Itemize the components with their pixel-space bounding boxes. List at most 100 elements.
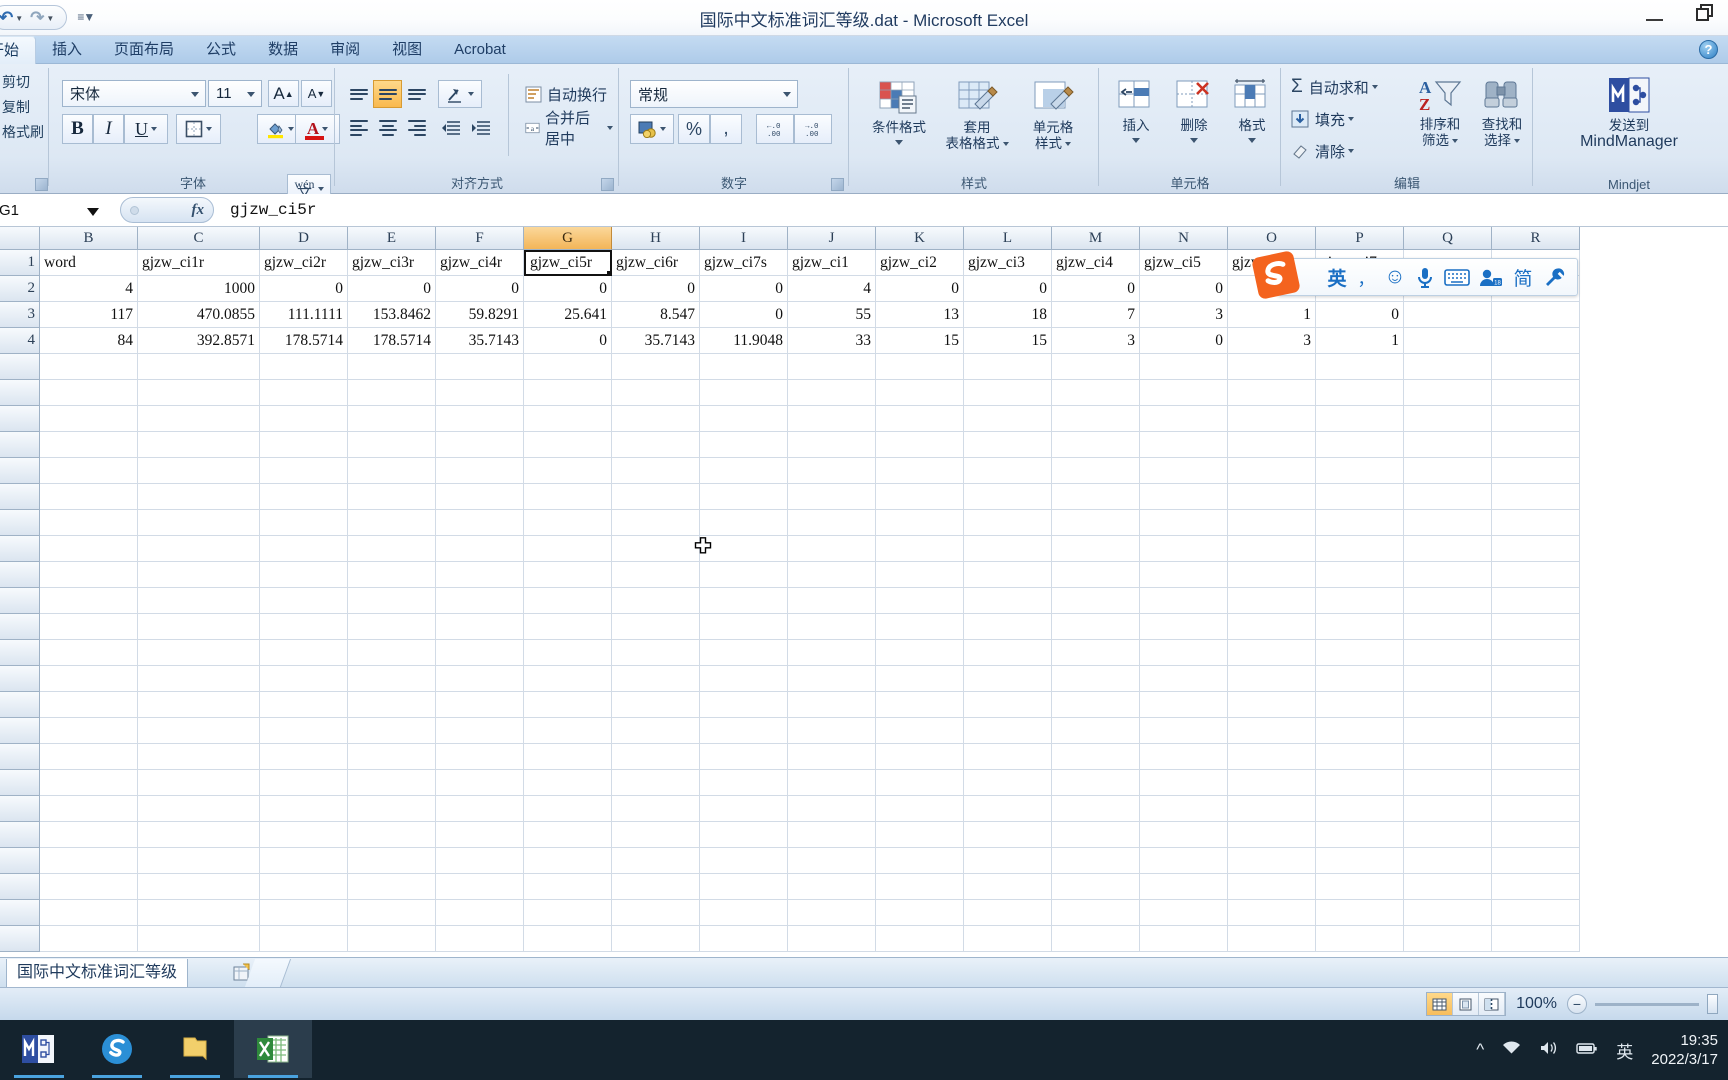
cell-empty[interactable] <box>788 484 876 510</box>
cell-empty[interactable] <box>260 848 348 874</box>
increase-font-size-button[interactable]: A ▲ <box>268 80 299 107</box>
cell-empty[interactable] <box>260 562 348 588</box>
cell-empty[interactable] <box>964 874 1052 900</box>
cell-empty[interactable] <box>700 588 788 614</box>
cell-empty[interactable] <box>260 874 348 900</box>
chevron-down-icon[interactable] <box>1065 142 1071 146</box>
cell-empty[interactable] <box>524 796 612 822</box>
cell-empty[interactable] <box>138 874 260 900</box>
cell-empty[interactable] <box>788 692 876 718</box>
cell-empty[interactable] <box>348 770 436 796</box>
cell-empty[interactable] <box>1316 562 1404 588</box>
cell-empty[interactable] <box>612 458 700 484</box>
ribbon-tab-0[interactable]: 开始 <box>0 36 37 64</box>
row-header[interactable] <box>0 614 40 640</box>
cell-empty[interactable] <box>612 926 700 952</box>
cell-empty[interactable] <box>1404 484 1492 510</box>
cell-empty[interactable] <box>1052 614 1140 640</box>
cell-empty[interactable] <box>348 848 436 874</box>
row-header[interactable] <box>0 718 40 744</box>
cell-empty[interactable] <box>612 562 700 588</box>
cell-empty[interactable] <box>612 406 700 432</box>
cell-R4[interactable] <box>1492 328 1580 354</box>
cell-G2[interactable]: 0 <box>524 276 612 302</box>
zoom-level[interactable]: 100% <box>1516 995 1557 1013</box>
cell-empty[interactable] <box>348 536 436 562</box>
cell-E1[interactable]: gjzw_ci3r <box>348 250 436 276</box>
cell-empty[interactable] <box>612 614 700 640</box>
cell-G4[interactable]: 0 <box>524 328 612 354</box>
cell-empty[interactable] <box>1140 900 1228 926</box>
ime-toolbar[interactable]: 英 ， ☺ 18 简 <box>1277 258 1578 296</box>
ime-indicator[interactable]: 英 <box>1616 1038 1633 1063</box>
cell-empty[interactable] <box>138 432 260 458</box>
cell-empty[interactable] <box>876 874 964 900</box>
underline-button[interactable]: U <box>124 114 168 144</box>
cell-empty[interactable] <box>524 926 612 952</box>
cell-empty[interactable] <box>260 432 348 458</box>
chevron-down-icon[interactable] <box>87 208 99 216</box>
cell-styles-button[interactable]: 单元格 样式 <box>1016 78 1090 152</box>
cell-empty[interactable] <box>1316 432 1404 458</box>
cell-B3[interactable]: 117 <box>40 302 138 328</box>
cell-empty[interactable] <box>40 562 138 588</box>
cell-empty[interactable] <box>1052 822 1140 848</box>
cell-empty[interactable] <box>1140 692 1228 718</box>
fill-button[interactable]: 填充 <box>1290 106 1355 132</box>
cell-empty[interactable] <box>1052 848 1140 874</box>
ribbon-tab-1[interactable]: 插入 <box>36 36 98 64</box>
delete-cells-button[interactable]: 删除 <box>1166 78 1222 143</box>
cell-empty[interactable] <box>1316 406 1404 432</box>
cell-empty[interactable] <box>1228 848 1316 874</box>
cell-empty[interactable] <box>1228 926 1316 952</box>
cell-empty[interactable] <box>788 926 876 952</box>
cell-empty[interactable] <box>700 640 788 666</box>
cell-empty[interactable] <box>1316 874 1404 900</box>
chevron-down-icon[interactable] <box>1452 139 1458 143</box>
cell-empty[interactable] <box>1228 458 1316 484</box>
cell-I2[interactable]: 0 <box>700 276 788 302</box>
cell-empty[interactable] <box>1140 510 1228 536</box>
cell-empty[interactable] <box>260 380 348 406</box>
row-header[interactable] <box>0 484 40 510</box>
cell-empty[interactable] <box>700 562 788 588</box>
cell-empty[interactable] <box>1316 614 1404 640</box>
cell-empty[interactable] <box>1228 562 1316 588</box>
cell-empty[interactable] <box>876 744 964 770</box>
cell-empty[interactable] <box>1052 380 1140 406</box>
cell-empty[interactable] <box>138 796 260 822</box>
cell-empty[interactable] <box>40 770 138 796</box>
cell-empty[interactable] <box>964 562 1052 588</box>
cell-empty[interactable] <box>1404 406 1492 432</box>
cell-C1[interactable]: gjzw_ci1r <box>138 250 260 276</box>
cell-empty[interactable] <box>138 900 260 926</box>
cell-B2[interactable]: 4 <box>40 276 138 302</box>
cell-empty[interactable] <box>348 484 436 510</box>
cell-empty[interactable] <box>40 848 138 874</box>
cell-empty[interactable] <box>1052 354 1140 380</box>
column-header-O[interactable]: O <box>1228 227 1316 250</box>
format-painter-button[interactable]: 格式刷 <box>2 122 54 142</box>
cell-empty[interactable] <box>1140 406 1228 432</box>
cell-empty[interactable] <box>788 588 876 614</box>
show-hidden-icons-button[interactable]: ^ <box>1476 1040 1484 1060</box>
cell-empty[interactable] <box>1316 458 1404 484</box>
cell-empty[interactable] <box>1492 536 1580 562</box>
cell-empty[interactable] <box>788 796 876 822</box>
cell-M1[interactable]: gjzw_ci4 <box>1052 250 1140 276</box>
cell-empty[interactable] <box>1140 536 1228 562</box>
cell-empty[interactable] <box>788 770 876 796</box>
cell-empty[interactable] <box>1404 640 1492 666</box>
cell-N4[interactable]: 0 <box>1140 328 1228 354</box>
chevron-down-icon[interactable] <box>607 126 613 130</box>
row-header[interactable] <box>0 666 40 692</box>
column-header-C[interactable]: C <box>138 227 260 250</box>
row-header[interactable] <box>0 536 40 562</box>
cell-empty[interactable] <box>260 666 348 692</box>
cell-empty[interactable] <box>1140 614 1228 640</box>
cell-empty[interactable] <box>964 536 1052 562</box>
cell-empty[interactable] <box>260 692 348 718</box>
sheet-tab-active[interactable]: 国际中文标准词汇等级 <box>6 959 189 987</box>
help-icon[interactable]: ? <box>1699 40 1718 59</box>
cell-L3[interactable]: 18 <box>964 302 1052 328</box>
